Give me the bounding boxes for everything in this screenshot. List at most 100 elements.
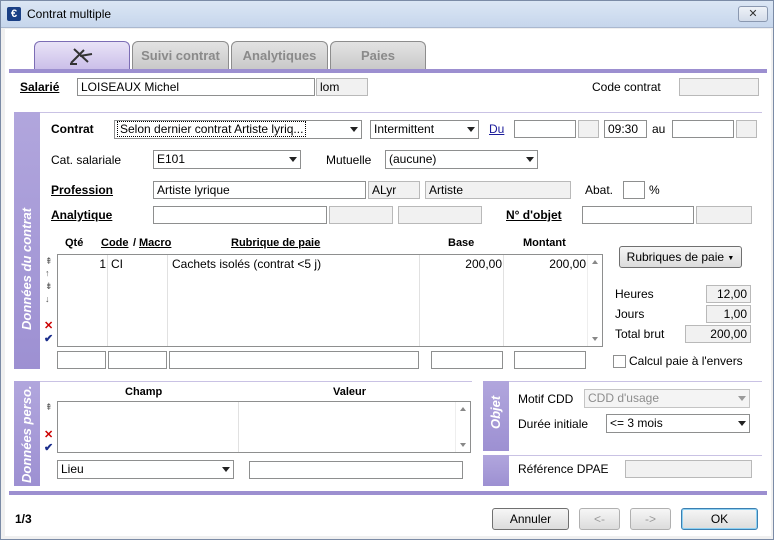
col-base-header: Base (448, 237, 475, 249)
tab-contrat[interactable] (34, 41, 130, 69)
lieu-select[interactable]: Lieu (57, 460, 234, 479)
rubriques-button-label: Rubriques de paie (626, 250, 725, 264)
mutuelle-select[interactable]: (aucune) (385, 150, 538, 169)
contrat-selected: Selon dernier contrat Artiste lyriq... (116, 121, 307, 137)
motif-cdd-value: CDD d'usage (588, 391, 659, 405)
row-code: CI (111, 257, 123, 271)
contrat-select[interactable]: Selon dernier contrat Artiste lyriq... (114, 120, 362, 139)
col-slash-header: / (133, 237, 137, 249)
duree-initiale-select[interactable]: <= 3 mois (606, 414, 750, 433)
pay-lines-grid[interactable]: 1 CI Cachets isolés (contrat <5 j) 200,0… (57, 254, 603, 347)
dpae-section-band (483, 455, 509, 486)
total-brut-value: 200,00 (685, 325, 751, 343)
scroll-down-icon[interactable] (592, 337, 598, 341)
window-title: Contrat multiple (27, 7, 112, 21)
cat-salariale-select[interactable]: E101 (153, 150, 301, 169)
move-up-icon[interactable]: ↑ (45, 269, 50, 278)
ok-button[interactable]: OK (681, 508, 758, 530)
section-divider (40, 381, 472, 382)
abat-unit: % (649, 183, 660, 197)
du-time-input[interactable]: 09:30 (604, 120, 647, 138)
grid-scrollbar[interactable] (587, 255, 602, 346)
chevron-down-icon (350, 127, 358, 132)
col-macro-header[interactable]: Macro (139, 237, 171, 249)
abat-label: Abat. (585, 183, 614, 197)
profession-label[interactable]: Profession (51, 183, 113, 197)
scroll-up-icon[interactable] (460, 407, 466, 411)
mutuelle-value: (aucune) (389, 152, 437, 166)
salarie-label: Salarié (20, 80, 60, 94)
analytique-label[interactable]: Analytique (51, 208, 112, 222)
tab-analytiques[interactable]: Analytiques (231, 41, 328, 69)
move-down-icon[interactable]: ⇟ (45, 282, 53, 291)
scroll-down-icon[interactable] (460, 443, 466, 447)
annuler-button[interactable]: Annuler (492, 508, 569, 530)
entry-base-input[interactable] (431, 351, 503, 369)
duree-initiale-label: Durée initiale (518, 417, 589, 431)
entry-rubrique-input[interactable] (169, 351, 419, 369)
entry-qte-input[interactable] (57, 351, 106, 369)
du-date-input[interactable] (514, 120, 576, 138)
chevron-down-icon (289, 157, 297, 162)
objet-number-input[interactable] (582, 206, 694, 224)
motif-cdd-select[interactable]: CDD d'usage (584, 389, 750, 408)
tab-suivi-contrat[interactable]: Suivi contrat (132, 41, 229, 69)
section-divider (40, 112, 762, 113)
salarie-code-field: lom (316, 78, 368, 96)
jours-value: 1,00 (706, 305, 751, 323)
profession-input[interactable]: Artiste lyrique (153, 181, 366, 199)
objet-number-label[interactable]: N° d'objet (506, 208, 562, 222)
salarie-input[interactable]: LOISEAUX Michel (77, 78, 315, 96)
col-code-header[interactable]: Code (101, 237, 129, 249)
valeur-header: Valeur (333, 386, 367, 398)
col-rubrique-header[interactable]: Rubrique de paie (231, 237, 320, 249)
duree-initiale-value: <= 3 mois (610, 416, 663, 430)
contract-icon (70, 48, 93, 65)
validate-row-icon[interactable]: ✔ (44, 441, 53, 454)
row-base: 200,00 (465, 257, 502, 271)
contract-section-title: Données du contrat (19, 207, 34, 330)
calcul-envers-checkbox[interactable] (613, 355, 626, 368)
tab-paies[interactable]: Paies (330, 41, 426, 69)
entry-montant-input[interactable] (514, 351, 586, 369)
profession-type-field: Artiste (425, 181, 571, 199)
du-day-field (578, 120, 599, 138)
heures-value: 12,00 (706, 285, 751, 303)
perso-value-input[interactable] (249, 461, 463, 479)
abat-input[interactable] (623, 181, 645, 199)
validate-row-icon[interactable]: ✔ (44, 332, 53, 345)
grid-col-champ (58, 402, 239, 452)
page-indicator: 1/3 (15, 512, 32, 526)
chevron-down-icon (467, 127, 475, 132)
move-bottom-icon[interactable]: ↓ (45, 295, 50, 304)
dropdown-arrow-icon: ▼ (727, 255, 735, 262)
motif-cdd-label: Motif CDD (518, 392, 574, 406)
jours-label: Jours (615, 307, 645, 321)
lieu-value: Lieu (61, 462, 84, 476)
perso-grid[interactable] (57, 401, 471, 453)
type-contrat-select[interactable]: Intermittent (370, 120, 479, 139)
tab-separator (9, 69, 767, 73)
profession-code-field: ALyr (368, 181, 420, 199)
row-rubrique: Cachets isolés (contrat <5 j) (172, 257, 322, 271)
perso-scrollbar[interactable] (455, 402, 470, 452)
chevron-down-icon (526, 157, 534, 162)
previous-button[interactable]: <- (579, 508, 620, 530)
delete-row-icon[interactable]: ✕ (44, 428, 53, 441)
au-date-input[interactable] (672, 120, 734, 138)
heures-label: Heures (615, 287, 654, 301)
move-top-icon[interactable]: ⇞ (45, 257, 53, 266)
analytique-name-field (398, 206, 482, 224)
analytique-code-field (329, 206, 393, 224)
col-qte-header: Qté (65, 237, 84, 249)
move-up-icon[interactable]: ⇞ (45, 403, 53, 412)
next-button[interactable]: -> (630, 508, 671, 530)
entry-code-input[interactable] (108, 351, 167, 369)
du-link[interactable]: Du (489, 122, 504, 136)
scroll-up-icon[interactable] (592, 260, 598, 264)
analytique-input[interactable] (153, 206, 327, 224)
rubriques-de-paie-button[interactable]: Rubriques de paie ▼ (619, 246, 742, 268)
delete-row-icon[interactable]: ✕ (44, 319, 53, 332)
objet-section-band: Objet (483, 381, 509, 451)
close-button[interactable]: ✕ (738, 6, 768, 22)
